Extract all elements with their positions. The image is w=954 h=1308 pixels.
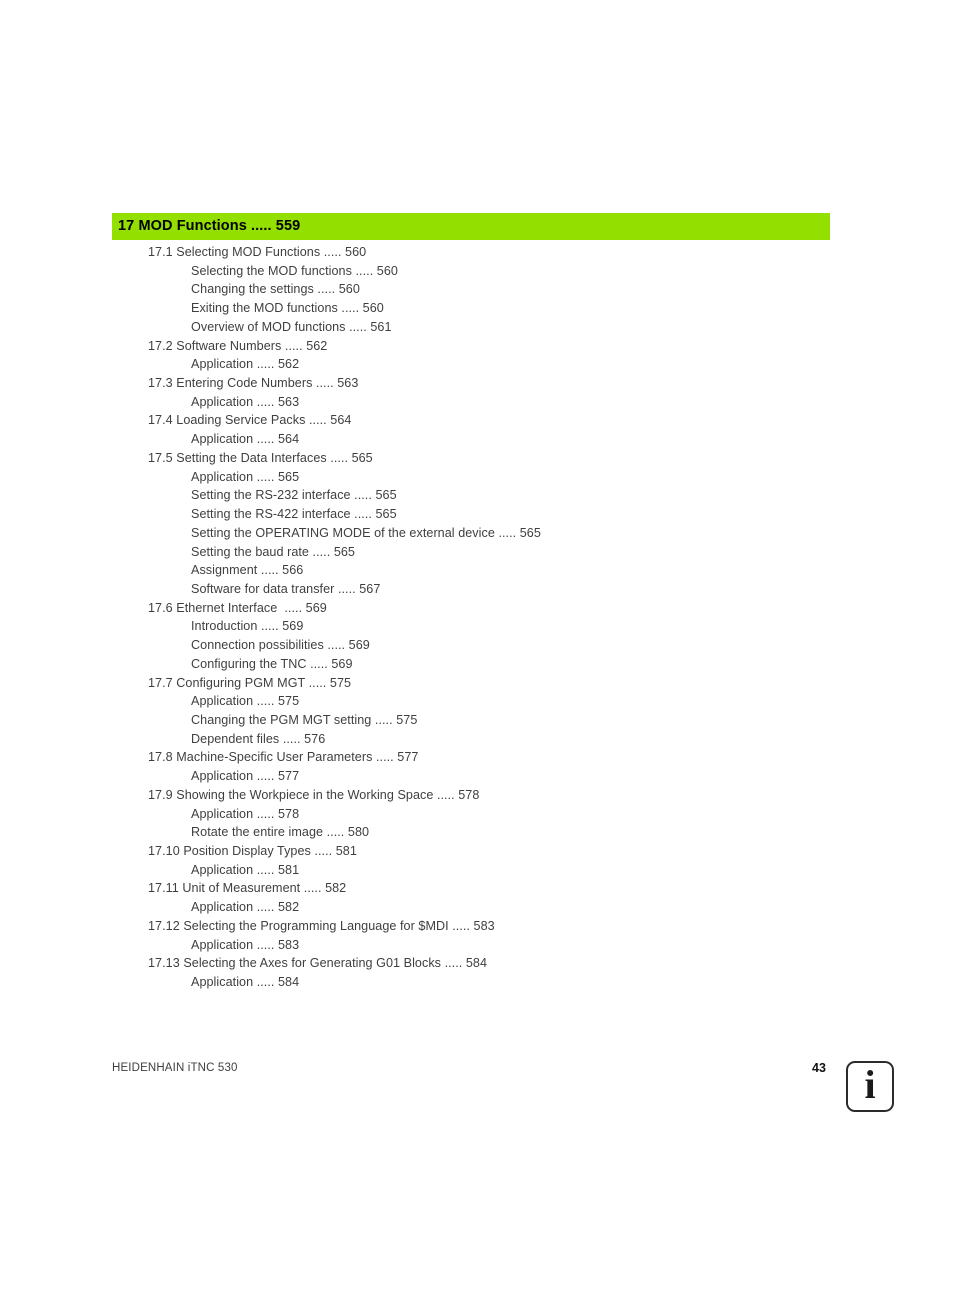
toc-entry-level-2[interactable]: Application ..... 564	[0, 430, 954, 449]
toc-entry-level-2[interactable]: Overview of MOD functions ..... 561	[0, 318, 954, 337]
toc-entry-level-2[interactable]: Configuring the TNC ..... 569	[0, 655, 954, 674]
toc-entry-level-1[interactable]: 17.10 Position Display Types ..... 581	[0, 842, 954, 861]
toc-entry-level-1[interactable]: 17.4 Loading Service Packs ..... 564	[0, 411, 954, 430]
toc-entry-level-2[interactable]: Setting the RS-422 interface ..... 565	[0, 505, 954, 524]
toc-entry-level-2[interactable]: Selecting the MOD functions ..... 560	[0, 262, 954, 281]
toc-entry-level-1[interactable]: 17.8 Machine-Specific User Parameters ..…	[0, 748, 954, 767]
toc-entry-level-1[interactable]: 17.13 Selecting the Axes for Generating …	[0, 954, 954, 973]
chapter-heading-bar: 17 MOD Functions ..... 559	[112, 213, 830, 240]
toc-entry-level-2[interactable]: Setting the baud rate ..... 565	[0, 543, 954, 562]
toc-entry-level-2[interactable]: Changing the settings ..... 560	[0, 280, 954, 299]
toc-entry-level-2[interactable]: Connection possibilities ..... 569	[0, 636, 954, 655]
toc-entry-level-2[interactable]: Application ..... 582	[0, 898, 954, 917]
chapter-title: 17 MOD Functions ..... 559	[118, 218, 301, 235]
toc-entry-level-2[interactable]: Assignment ..... 566	[0, 561, 954, 580]
toc-entry-level-1[interactable]: 17.11 Unit of Measurement ..... 582	[0, 879, 954, 898]
toc-entry-level-2[interactable]: Application ..... 575	[0, 692, 954, 711]
toc-entry-level-2[interactable]: Dependent files ..... 576	[0, 730, 954, 749]
toc-entry-level-2[interactable]: Application ..... 563	[0, 393, 954, 412]
toc-entry-level-2[interactable]: Rotate the entire image ..... 580	[0, 823, 954, 842]
toc-entry-level-2[interactable]: Changing the PGM MGT setting ..... 575	[0, 711, 954, 730]
footer-brand: HEIDENHAIN iTNC 530	[112, 1062, 238, 1074]
toc-entry-level-2[interactable]: Exiting the MOD functions ..... 560	[0, 299, 954, 318]
toc-entry-level-2[interactable]: Application ..... 578	[0, 805, 954, 824]
toc-entry-level-1[interactable]: 17.9 Showing the Workpiece in the Workin…	[0, 786, 954, 805]
toc-entry-level-2[interactable]: Application ..... 583	[0, 936, 954, 955]
toc-entry-level-2[interactable]: Setting the RS-232 interface ..... 565	[0, 486, 954, 505]
toc-entry-level-2[interactable]: Application ..... 577	[0, 767, 954, 786]
info-icon: i	[846, 1061, 894, 1112]
toc-entry-level-1[interactable]: 17.7 Configuring PGM MGT ..... 575	[0, 674, 954, 693]
toc-entry-level-1[interactable]: 17.3 Entering Code Numbers ..... 563	[0, 374, 954, 393]
table-of-contents: 17.1 Selecting MOD Functions ..... 560 Se…	[0, 243, 954, 992]
toc-entry-level-2[interactable]: Application ..... 562	[0, 355, 954, 374]
toc-entry-level-1[interactable]: 17.12 Selecting the Programming Language…	[0, 917, 954, 936]
toc-entry-level-2[interactable]: Setting the OPERATING MODE of the extern…	[0, 524, 954, 543]
toc-entry-level-1[interactable]: 17.6 Ethernet Interface ..... 569	[0, 599, 954, 618]
toc-entry-level-1[interactable]: 17.2 Software Numbers ..... 562	[0, 337, 954, 356]
toc-entry-level-2[interactable]: Application ..... 584	[0, 973, 954, 992]
toc-entry-level-1[interactable]: 17.1 Selecting MOD Functions ..... 560	[0, 243, 954, 262]
toc-entry-level-1[interactable]: 17.5 Setting the Data Interfaces ..... 5…	[0, 449, 954, 468]
info-icon-glyph: i	[864, 1061, 876, 1107]
toc-entry-level-2[interactable]: Application ..... 581	[0, 861, 954, 880]
document-page: 17 MOD Functions ..... 559 17.1 Selectin…	[0, 0, 954, 1308]
page-number: 43	[812, 1061, 826, 1075]
toc-entry-level-2[interactable]: Introduction ..... 569	[0, 617, 954, 636]
toc-entry-level-2[interactable]: Software for data transfer ..... 567	[0, 580, 954, 599]
toc-entry-level-2[interactable]: Application ..... 565	[0, 468, 954, 487]
